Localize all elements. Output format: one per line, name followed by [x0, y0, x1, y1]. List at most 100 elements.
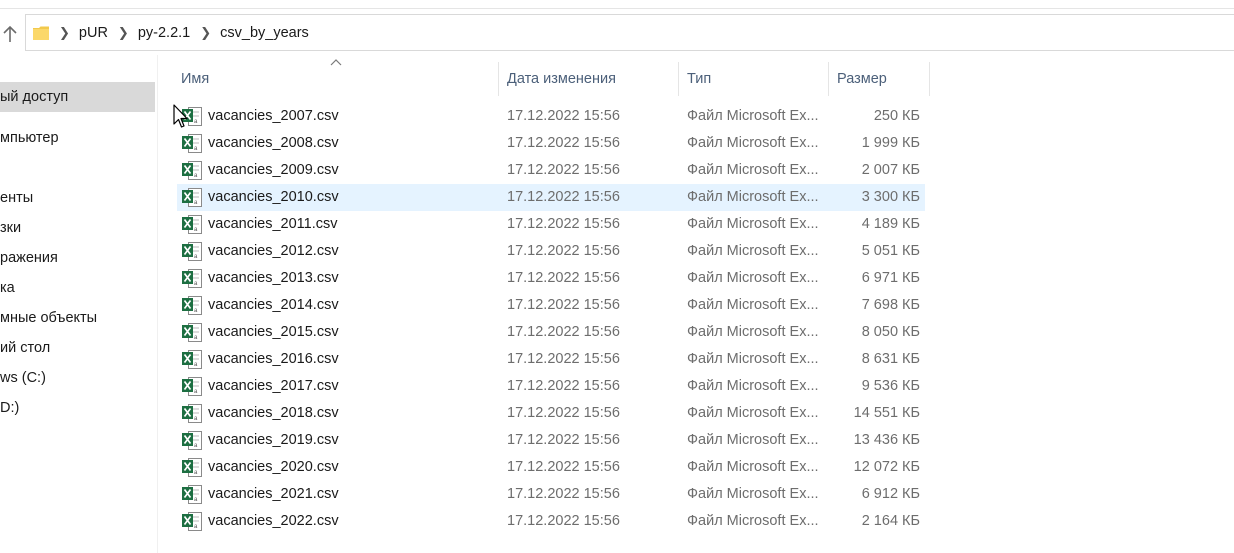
file-date: 17.12.2022 15:56: [507, 486, 620, 502]
file-type: Файл Microsoft Ex...: [687, 162, 819, 178]
file-name: vacancies_2013.csv: [208, 270, 339, 286]
file-type: Файл Microsoft Ex...: [687, 270, 819, 286]
chevron-right-icon[interactable]: ❯: [118, 25, 129, 41]
file-type: Файл Microsoft Ex...: [687, 108, 819, 124]
column-header-name[interactable]: Имя: [181, 62, 209, 96]
file-row[interactable]: a vacancies_2015.csv 17.12.2022 15:56 Файл …: [177, 319, 925, 346]
file-date: 17.12.2022 15:56: [507, 405, 620, 421]
file-row[interactable]: a vacancies_2017.csv 17.12.2022 15:56 Файл …: [177, 373, 925, 400]
breadcrumb-item[interactable]: ❯ py-2.2.1: [108, 25, 190, 41]
column-header-type[interactable]: Тип: [687, 62, 711, 96]
file-date: 17.12.2022 15:56: [507, 189, 620, 205]
file-size: 250 КБ: [873, 108, 920, 124]
up-button[interactable]: [0, 22, 20, 46]
file-row[interactable]: a vacancies_2011.csv 17.12.2022 15:56 Файл …: [177, 211, 925, 238]
pane-divider[interactable]: [157, 55, 158, 553]
file-row[interactable]: a vacancies_2013.csv 17.12.2022 15:56 Файл …: [177, 265, 925, 292]
column-separator[interactable]: [498, 62, 499, 96]
sidebar-item-music[interactable]: ка: [0, 273, 15, 303]
column-separator[interactable]: [678, 62, 679, 96]
file-size: 4 189 КБ: [861, 216, 920, 232]
file-name: vacancies_2012.csv: [208, 243, 339, 259]
file-type: Файл Microsoft Ex...: [687, 135, 819, 151]
chevron-right-icon[interactable]: ❯: [200, 25, 211, 41]
file-date: 17.12.2022 15:56: [507, 243, 620, 259]
column-separator[interactable]: [828, 62, 829, 96]
breadcrumb-label[interactable]: pUR: [79, 25, 108, 41]
file-name: vacancies_2010.csv: [208, 189, 339, 205]
sidebar-item-this-pc[interactable]: мпьютер: [0, 123, 59, 153]
excel-csv-icon: a: [182, 242, 202, 261]
window-top-border: [0, 8, 1234, 9]
excel-csv-icon: a: [182, 485, 202, 504]
excel-csv-icon: a: [182, 269, 202, 288]
file-row[interactable]: a vacancies_2010.csv 17.12.2022 15:56 Файл …: [177, 184, 925, 211]
file-type: Файл Microsoft Ex...: [687, 405, 819, 421]
file-date: 17.12.2022 15:56: [507, 270, 620, 286]
excel-csv-icon: a: [182, 350, 202, 369]
column-header-size[interactable]: Размер: [837, 62, 887, 96]
file-type: Файл Microsoft Ex...: [687, 324, 819, 340]
sidebar-item-drive-d[interactable]: D:): [0, 393, 19, 423]
sidebar-item-desktop[interactable]: ий стол: [0, 333, 50, 363]
navigation-pane: ый доступ мпьютер енты зки ражения ка мн…: [0, 55, 157, 553]
breadcrumb-item[interactable]: ❯ pUR: [49, 25, 108, 41]
file-row[interactable]: a vacancies_2022.csv 17.12.2022 15:56 Файл …: [177, 508, 925, 535]
file-size: 8 631 КБ: [861, 351, 920, 367]
file-name: vacancies_2019.csv: [208, 432, 339, 448]
file-size: 8 050 КБ: [861, 324, 920, 340]
file-row[interactable]: a vacancies_2016.csv 17.12.2022 15:56 Файл …: [177, 346, 925, 373]
file-name: vacancies_2008.csv: [208, 135, 339, 151]
file-date: 17.12.2022 15:56: [507, 216, 620, 232]
sidebar-item-documents[interactable]: енты: [0, 183, 33, 213]
file-row[interactable]: a vacancies_2012.csv 17.12.2022 15:56 Файл …: [177, 238, 925, 265]
file-name: vacancies_2014.csv: [208, 297, 339, 313]
mouse-cursor-icon: [173, 104, 188, 128]
file-date: 17.12.2022 15:56: [507, 297, 620, 313]
chevron-right-icon[interactable]: ❯: [59, 25, 70, 41]
sidebar-item-3d-objects[interactable]: мные объекты: [0, 303, 97, 333]
file-name: vacancies_2015.csv: [208, 324, 339, 340]
file-date: 17.12.2022 15:56: [507, 108, 620, 124]
file-name: vacancies_2017.csv: [208, 378, 339, 394]
file-size: 2 007 КБ: [861, 162, 920, 178]
excel-csv-icon: a: [182, 323, 202, 342]
file-type: Файл Microsoft Ex...: [687, 297, 819, 313]
excel-csv-icon: a: [182, 215, 202, 234]
column-separator[interactable]: [929, 62, 930, 96]
file-date: 17.12.2022 15:56: [507, 324, 620, 340]
sidebar-item-pictures[interactable]: ражения: [0, 243, 58, 273]
arrow-up-icon: [3, 25, 17, 42]
breadcrumb-item[interactable]: ❯ csv_by_years: [190, 25, 309, 41]
file-type: Файл Microsoft Ex...: [687, 378, 819, 394]
file-size: 2 164 КБ: [861, 513, 920, 529]
file-row[interactable]: a vacancies_2009.csv 17.12.2022 15:56 Файл …: [177, 157, 925, 184]
file-name: vacancies_2021.csv: [208, 486, 339, 502]
file-row[interactable]: a vacancies_2021.csv 17.12.2022 15:56 Файл …: [177, 481, 925, 508]
file-row[interactable]: a vacancies_2020.csv 17.12.2022 15:56 Файл …: [177, 454, 925, 481]
column-header-date[interactable]: Дата изменения: [507, 62, 616, 96]
file-row[interactable]: a vacancies_2007.csv 17.12.2022 15:56 Файл …: [177, 103, 925, 130]
breadcrumb-label[interactable]: py-2.2.1: [138, 25, 190, 41]
file-size: 9 536 КБ: [861, 378, 920, 394]
excel-csv-icon: a: [182, 296, 202, 315]
file-type: Файл Microsoft Ex...: [687, 486, 819, 502]
file-type: Файл Microsoft Ex...: [687, 513, 819, 529]
sidebar-item-downloads[interactable]: зки: [0, 213, 21, 243]
file-row[interactable]: a vacancies_2018.csv 17.12.2022 15:56 Файл …: [177, 400, 925, 427]
file-size: 3 300 КБ: [861, 189, 920, 205]
address-bar[interactable]: ❯ pUR ❯ py-2.2.1 ❯ csv_by_years: [25, 14, 1234, 51]
file-row[interactable]: a vacancies_2008.csv 17.12.2022 15:56 Файл …: [177, 130, 925, 157]
file-type: Файл Microsoft Ex...: [687, 189, 819, 205]
file-name: vacancies_2007.csv: [208, 108, 339, 124]
sidebar-item-drive-c[interactable]: ws (C:): [0, 363, 46, 393]
breadcrumb-label[interactable]: csv_by_years: [220, 25, 309, 41]
file-size: 14 551 КБ: [853, 405, 920, 421]
file-size: 5 051 КБ: [861, 243, 920, 259]
file-row[interactable]: a vacancies_2019.csv 17.12.2022 15:56 Файл …: [177, 427, 925, 454]
file-date: 17.12.2022 15:56: [507, 378, 620, 394]
sidebar-item-quick-access[interactable]: ый доступ: [0, 82, 155, 112]
excel-csv-icon: a: [182, 458, 202, 477]
file-type: Файл Microsoft Ex...: [687, 432, 819, 448]
file-row[interactable]: a vacancies_2014.csv 17.12.2022 15:56 Файл …: [177, 292, 925, 319]
